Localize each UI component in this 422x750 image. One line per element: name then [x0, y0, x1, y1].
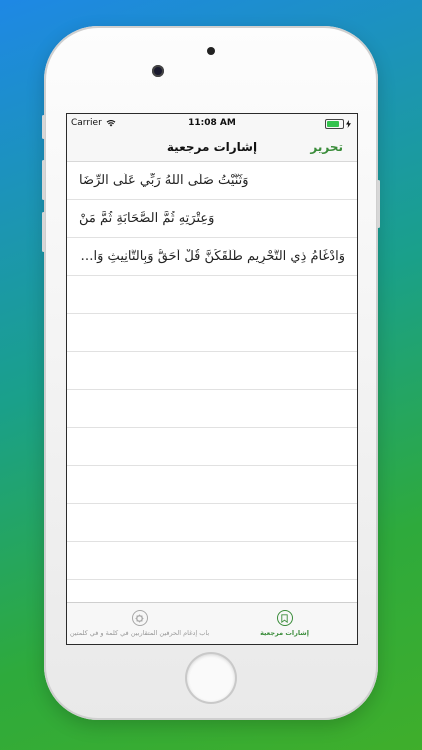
empty-row: [67, 314, 357, 352]
tab-bookmarks-label: إشارات مرجعية: [260, 629, 309, 637]
phone-camera: [152, 65, 164, 77]
phone-volume-down: [42, 212, 45, 252]
bookmark-row[interactable]: وَثَنَّيْتُ صَلَّى اللهُ رَبِّي عَلَى ال…: [67, 162, 357, 200]
bookmark-text: وَعِتْرَتِهِ ثُمَّ الصَّحَابَةِ ثُمَّ مَ…: [79, 211, 215, 226]
bookmark-icon: [276, 610, 293, 626]
bookmark-row[interactable]: وَادْغَامُ ذِي التَّحْرِيمِ طَلَّقَكُنَّ…: [67, 238, 357, 276]
bookmark-text: وَثَنَّيْتُ صَلَّى اللهُ رَبِّي عَلَى ال…: [79, 173, 249, 188]
tab-chapter-label: باب إدغام الحرفين المتقاربين في كلمة و ف…: [69, 629, 210, 637]
ornament-icon: [131, 610, 148, 626]
status-time: 11:08 AM: [188, 118, 236, 128]
empty-row: [67, 466, 357, 504]
tab-bookmarks[interactable]: إشارات مرجعية: [212, 603, 357, 644]
home-button[interactable]: [187, 654, 235, 702]
phone-volume-up: [42, 160, 45, 200]
app-screen: Carrier 11:08 AM إشارات مرجعية تحرير وَث…: [66, 113, 358, 645]
battery-icon: [325, 119, 344, 129]
empty-row: [67, 542, 357, 580]
empty-row: [67, 276, 357, 314]
empty-row: [67, 390, 357, 428]
phone-mute-switch: [42, 115, 45, 139]
phone-power-button: [377, 180, 380, 228]
tab-chapter[interactable]: باب إدغام الحرفين المتقاربين في كلمة و ف…: [67, 603, 212, 644]
empty-row: [67, 352, 357, 390]
navigation-bar: إشارات مرجعية تحرير: [67, 134, 357, 162]
empty-row: [67, 504, 357, 542]
empty-row: [67, 428, 357, 466]
tab-bar: باب إدغام الحرفين المتقاربين في كلمة و ف…: [67, 602, 357, 644]
edit-button[interactable]: تحرير: [310, 140, 343, 154]
bookmark-text: وَادْغَامُ ذِي التَّحْرِيمِ طَلَّقَكُنَّ…: [79, 249, 345, 264]
bookmark-list: وَثَنَّيْتُ صَلَّى اللهُ رَبِّي عَلَى ال…: [67, 162, 357, 618]
phone-speaker: [207, 47, 215, 55]
battery-fill: [327, 121, 339, 127]
battery-indicator: [325, 119, 351, 129]
status-bar: Carrier 11:08 AM: [67, 114, 357, 134]
charging-bolt-icon: [346, 120, 351, 128]
bookmark-row[interactable]: وَعِتْرَتِهِ ثُمَّ الصَّحَابَةِ ثُمَّ مَ…: [67, 200, 357, 238]
